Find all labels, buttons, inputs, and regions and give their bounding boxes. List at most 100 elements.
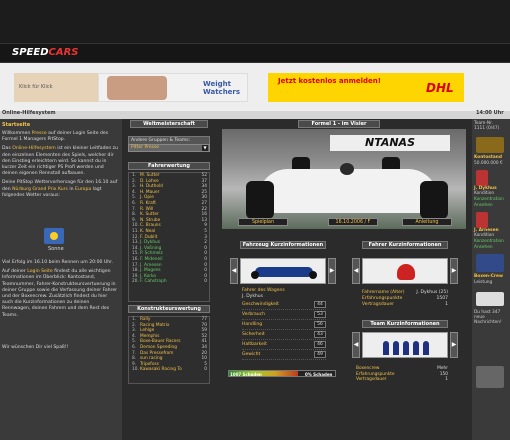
startseite-link[interactable]: Startseite	[2, 122, 30, 128]
damage-left-label: 1007 Schaden	[230, 372, 262, 377]
spielplan-button[interactable]: Spielplan	[238, 218, 288, 226]
driver-info: Fahrername (Alter) J. Dykhus (25) Erfahrun…	[362, 290, 448, 308]
crew-label[interactable]: Boxen-Crew	[474, 274, 503, 279]
money-icon[interactable]	[476, 137, 504, 153]
konstrukteur-header: Konstrukteurswertung	[128, 305, 210, 313]
mail-icon[interactable]	[476, 292, 504, 306]
ad1-text: Klick für Klick	[19, 84, 53, 90]
car-stat-row: Gewicht 49	[242, 350, 326, 360]
stat-value: 44	[314, 301, 326, 308]
fahrer-header: Fahrer Kurzinformationen	[362, 241, 448, 249]
car-stat-row: Verbrauch 53	[242, 310, 326, 320]
stat-value: 56	[314, 321, 326, 328]
anleitung-button[interactable]: Anleitung	[402, 218, 452, 226]
ad3-text: Jetzt kostenlos anmelden!	[278, 77, 381, 85]
driver-prev-arrow[interactable]: ◀	[352, 258, 360, 284]
helmet-image	[362, 258, 448, 284]
message-text[interactable]: Du hast 347 neue Nachrichten!	[474, 310, 508, 325]
car-prev-arrow[interactable]: ◀	[230, 258, 238, 284]
car-stats: Fahrer des Wagens J. Dykhus Geschwindigk…	[242, 288, 326, 366]
driver2-stat1: Kondition	[474, 233, 495, 238]
info-value: 1	[445, 377, 448, 382]
damage-right-label: 0% Schaden	[305, 372, 333, 377]
photo-button-row: Spielplan 16.10.2006 / F Anleitung	[222, 218, 466, 228]
stat-label: Gewicht	[242, 352, 261, 357]
clock: 14:00 Uhr	[476, 110, 504, 116]
driver1-stat2: Konzentration	[474, 197, 504, 202]
driver2-stat3: Ansehen	[474, 245, 493, 250]
minimap-icon[interactable]	[476, 366, 504, 388]
crew-info: Boxencrew Mehr Erfahrungspunkte 150 Vertrags…	[356, 366, 448, 383]
stat-label: Geschwindigkeit	[242, 302, 279, 307]
ad-banner-left[interactable]: Klick für Klick	[14, 73, 98, 102]
weather-label: Sonne	[48, 246, 64, 252]
name: Kawasaki Racing To	[140, 367, 182, 373]
stat-label: Sicherheit	[242, 332, 265, 337]
stat-value: 49	[314, 351, 326, 358]
stat-label: Haltbarkeit	[242, 342, 267, 347]
help-text: Willkommen Presse auf deiner Login Seite…	[2, 131, 119, 198]
wm-header: Weltmeisterschaft	[130, 120, 208, 128]
race-photo: NTANAS	[222, 129, 466, 229]
rank: 20.	[132, 279, 139, 285]
name: F. Cahstroph	[140, 279, 167, 285]
stat-label: Handling	[242, 322, 263, 327]
stat-value: 43	[314, 331, 326, 338]
points: 0	[204, 279, 207, 285]
konto-value: 50.000.000 €	[474, 161, 503, 166]
info-label: Vertragsdauer	[362, 302, 395, 307]
driver2-stat2: Konzentration	[474, 239, 504, 244]
info-value: 1	[445, 302, 448, 307]
driver-info-row: Vertragsdauer 1	[362, 302, 448, 308]
farewell-text: Wir wünschen Dir viel Spaß!!	[2, 345, 69, 350]
driver1-avatar[interactable]	[476, 170, 488, 186]
crew-icon[interactable]	[476, 254, 504, 272]
crew-info-row: Vertragsdauer 1	[356, 377, 448, 383]
photo-banner: NTANAS	[330, 135, 450, 151]
date-button[interactable]: 16.10.2006 / F	[328, 218, 378, 226]
driver-next-arrow[interactable]: ▶	[450, 258, 458, 284]
team-number: 1111 (0/47)	[474, 126, 500, 131]
konstrukteur-row[interactable]: 10. Kawasaki Racing To 0	[129, 367, 209, 373]
fahrerwertung-header: Fahrerwertung	[128, 162, 210, 170]
car-stat-row: Geschwindigkeit 44	[242, 300, 326, 310]
dhl-logo: DHL	[426, 81, 454, 95]
crew-sub: Leistung	[474, 280, 493, 285]
konto-label[interactable]: Kontostand	[474, 155, 502, 160]
f1-header: Formel 1 - im Visier	[298, 120, 380, 128]
fahrzeug-header: Fahrzeug Kurzinformationen	[240, 241, 326, 249]
car-stat-row: Sicherheit 43	[242, 330, 326, 340]
user-name: Presse	[31, 131, 47, 136]
ad-photo	[107, 76, 167, 100]
fahrer-list: 1. M. Sutter 52 2. D. Lohse 37 3. H. Duthold 34 4…	[128, 172, 210, 302]
car-stat-row: Haltbarkeit 46	[242, 340, 326, 350]
chevron-down-icon[interactable]: ▼	[202, 145, 208, 151]
team-prev-arrow[interactable]: ◀	[352, 332, 360, 358]
main-band	[0, 111, 510, 119]
rank: 10.	[132, 367, 139, 373]
team-image	[362, 332, 448, 358]
driver1-stat3: Ansehen	[474, 203, 493, 208]
ad-banner-weightwatchers[interactable]: Weight Watchers	[98, 73, 248, 102]
weightwatchers-logo: Weight Watchers	[203, 80, 241, 96]
driver1-stat1: Kondition	[474, 191, 495, 196]
stat-value: 46	[314, 341, 326, 348]
team-next-arrow[interactable]: ▶	[450, 332, 458, 358]
driver2-avatar[interactable]	[476, 212, 488, 228]
top-bar	[0, 0, 510, 43]
speedcars-logo[interactable]: SPEEDCARS	[12, 47, 78, 58]
team-header: Team Kurzinformationen	[362, 320, 448, 328]
car-image	[240, 258, 326, 284]
group-select[interactable]: Pitter Presse ▼	[128, 144, 210, 152]
sun-weather-icon	[44, 228, 64, 244]
car-stat-row: Handling 56	[242, 320, 326, 330]
online-hilfe-link[interactable]: Online-Hilfesystem	[12, 146, 56, 151]
konstrukteur-list: 1. Rally 77 2. Racing Matrix 70 3. Lehlge 59 4. Me…	[128, 316, 210, 384]
info-label: Vertragsdauer	[356, 377, 387, 382]
points: 0	[204, 367, 207, 373]
help-text-lower: Viel Erfolg im 16.10 beim Rennen um 20:0…	[2, 260, 118, 318]
ad-banner-dhl[interactable]: Jetzt kostenlos anmelden! DHL	[268, 73, 464, 102]
car-next-arrow[interactable]: ▶	[328, 258, 336, 284]
fahrer-row[interactable]: 20. F. Cahstroph 0	[129, 279, 209, 285]
stat-label: Verbrauch	[242, 312, 265, 317]
